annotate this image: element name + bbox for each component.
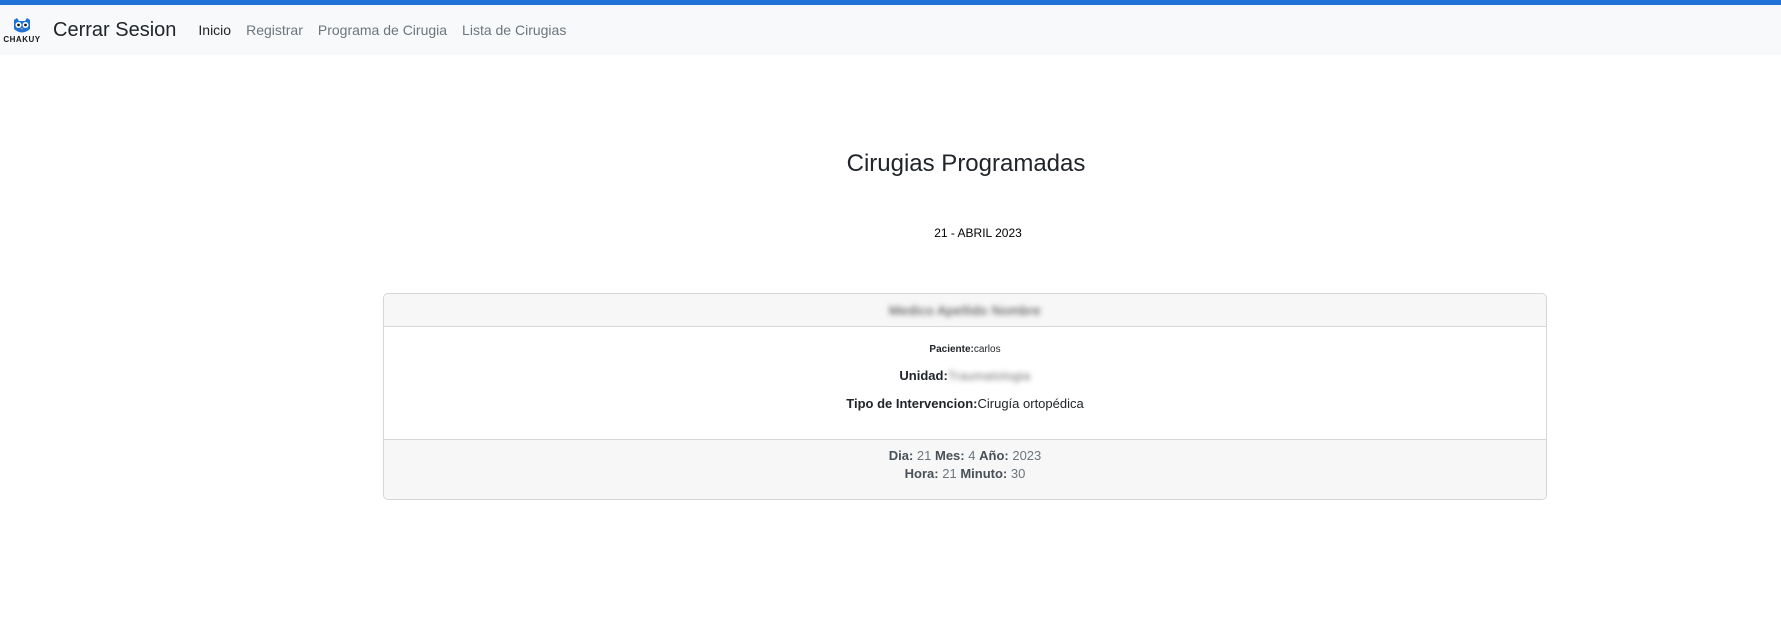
card-header: Medico Apellido Nombre (384, 294, 1546, 327)
time-row: Hora: 21 Minuto: 30 (905, 465, 1026, 483)
patient-value: carlos (973, 344, 1001, 355)
day-label: Dia: (888, 448, 914, 463)
owl-icon (14, 17, 30, 32)
patient-row: Paciente:carlos (929, 344, 1000, 355)
minute-value: 30 (1010, 466, 1026, 481)
unit-value: Traumatologia (947, 369, 1031, 383)
nav-registrar[interactable]: Registrar (246, 22, 303, 38)
doctor-name: Medico Apellido Nombre (889, 302, 1041, 318)
card-body: Paciente:carlos Unidad:Traumatologia Tip… (384, 327, 1546, 439)
nav-inicio[interactable]: Inicio (198, 22, 231, 38)
page-title: Cirugias Programadas (846, 150, 1086, 177)
intervention-label: Tipo de Intervencion: (846, 396, 978, 411)
nav-programa-de-cirugia[interactable]: Programa de Cirugia (318, 22, 447, 38)
minute-label: Minuto: (960, 466, 1008, 481)
surgery-card: Medico Apellido Nombre Paciente:carlos U… (383, 293, 1547, 500)
month-value: 4 (968, 448, 976, 463)
intervention-row: Tipo de Intervencion:Cirugía ortopédica (846, 396, 1083, 411)
card-footer: Dia: 21 Mes: 4 Año: 2023 Hora: 21 Minuto… (384, 439, 1546, 499)
hour-label: Hora: (904, 466, 939, 481)
chakuy-logo[interactable]: CHAKUY (0, 9, 44, 51)
logo-text: CHAKUY (3, 34, 41, 44)
navbar: CHAKUY Cerrar Sesion Inicio Registrar Pr… (0, 5, 1781, 55)
year-value: 2023 (1012, 448, 1042, 463)
intervention-value: Cirugía ortopédica (977, 396, 1084, 411)
schedule-date: 21 - ABRIL 2023 (934, 226, 1022, 240)
month-label: Mes: (935, 448, 965, 463)
day-value: 21 (916, 448, 932, 463)
unit-row: Unidad:Traumatologia (899, 368, 1030, 383)
patient-label: Paciente: (929, 344, 974, 355)
hour-value: 21 (942, 466, 957, 481)
unit-label: Unidad: (899, 368, 948, 383)
date-row: Dia: 21 Mes: 4 Año: 2023 (889, 447, 1042, 465)
logout-brand-link[interactable]: Cerrar Sesion (53, 19, 176, 42)
nav-lista-de-cirugias[interactable]: Lista de Cirugias (462, 22, 566, 38)
year-label: Año: (979, 448, 1009, 463)
